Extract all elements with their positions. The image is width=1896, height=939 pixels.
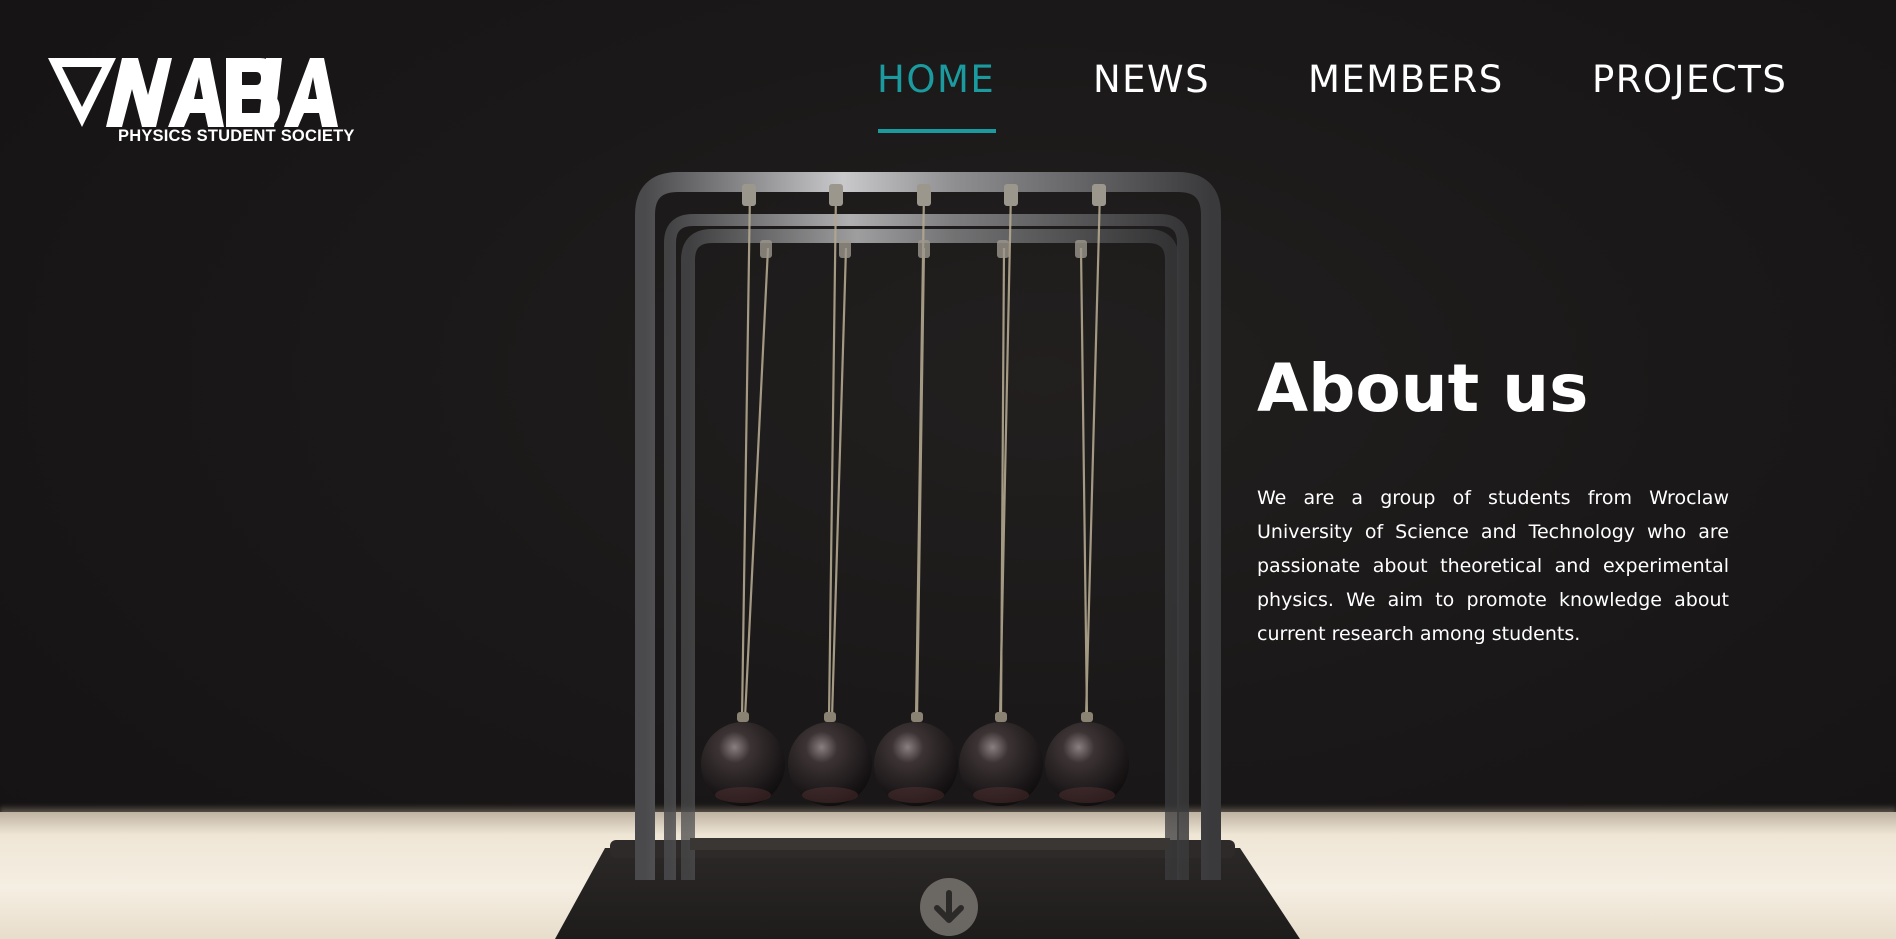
nav-members[interactable]: MEMBERS [1308,58,1504,101]
about-text: We are a group of students from Wroclaw … [1257,487,1729,645]
nav-projects[interactable]: PROJECTS [1592,58,1787,101]
hero-section: PHYSICS STUDENT SOCIETY HOME NEWS MEMBER… [0,0,1896,939]
arrow-down-icon [934,890,964,923]
scroll-down-button[interactable] [920,878,978,936]
main-nav: HOME NEWS MEMBERS PROJECTS [0,58,1896,138]
nav-news[interactable]: NEWS [1093,58,1210,101]
nav-home[interactable]: HOME [877,58,995,101]
about-title: About us [1257,350,1589,427]
nav-active-underline [878,129,996,133]
